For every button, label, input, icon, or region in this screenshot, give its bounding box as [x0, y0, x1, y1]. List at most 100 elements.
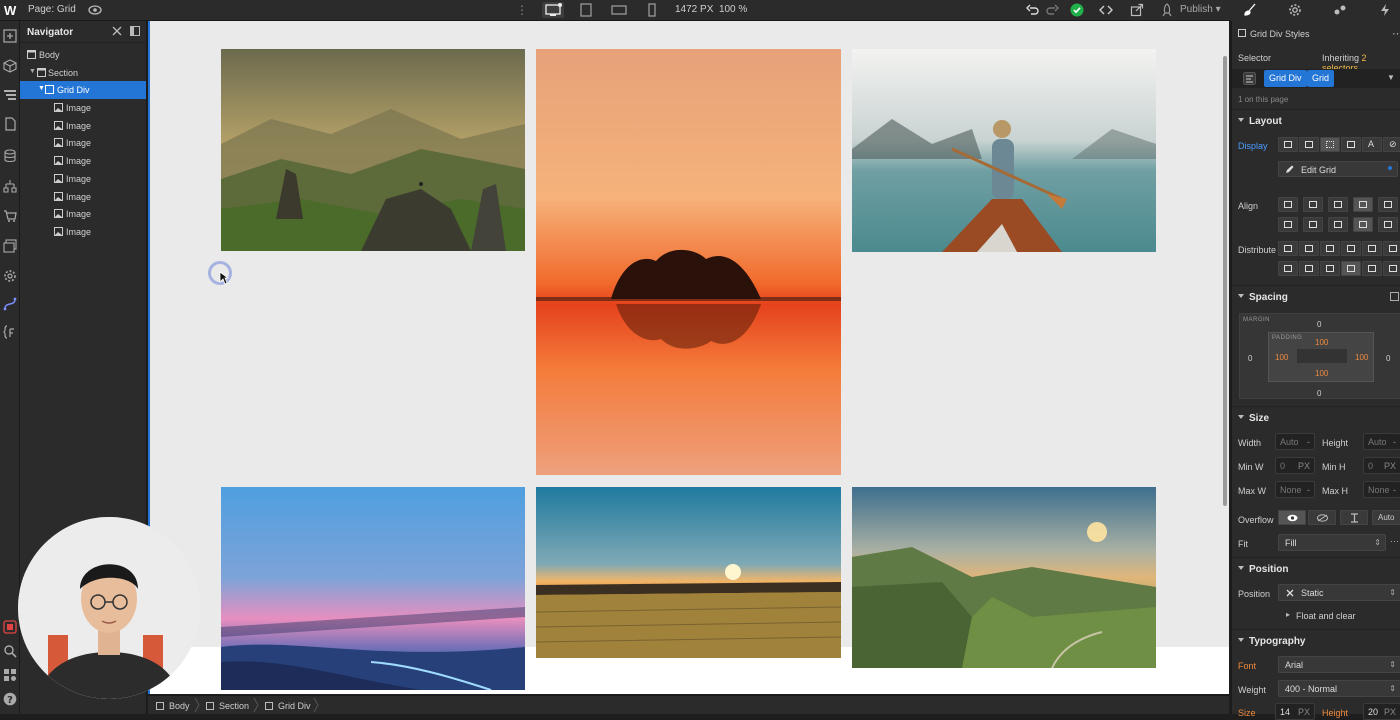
- record-icon[interactable]: [3, 620, 17, 634]
- help-icon[interactable]: ?: [3, 692, 17, 706]
- page-selector[interactable]: Page: Grid: [28, 4, 76, 15]
- grid-image[interactable]: [221, 49, 525, 251]
- max-height-input[interactable]: None -: [1363, 481, 1400, 498]
- nav-item-image[interactable]: Image: [20, 117, 146, 135]
- distribute-around-button[interactable]: [1383, 241, 1400, 256]
- search-icon[interactable]: [3, 644, 17, 658]
- nav-item-grid-div[interactable]: ▼ Grid Div: [20, 81, 146, 100]
- padding-right-value[interactable]: 100: [1355, 353, 1368, 362]
- desktop-breakpoint-icon[interactable]: [542, 2, 564, 18]
- selector-type-icon[interactable]: [1243, 72, 1256, 85]
- distribute-row-around-button[interactable]: [1383, 261, 1400, 276]
- distribute-row-between-button[interactable]: [1362, 261, 1382, 276]
- justify-left-button[interactable]: [1278, 217, 1298, 232]
- nav-item-body[interactable]: Body: [20, 46, 146, 64]
- breadcrumb-body[interactable]: Body: [156, 701, 190, 711]
- min-width-input[interactable]: 0 PX: [1275, 457, 1315, 474]
- nav-item-image[interactable]: Image: [20, 205, 146, 223]
- align-baseline-button[interactable]: [1378, 197, 1398, 212]
- float-and-clear-toggle[interactable]: ▸ Float and clear: [1232, 607, 1400, 624]
- justify-right-button[interactable]: [1328, 217, 1348, 232]
- interactions-curve-icon[interactable]: [3, 297, 17, 311]
- site-settings-gear-icon[interactable]: [3, 269, 17, 283]
- logic-flow-icon[interactable]: [3, 179, 17, 193]
- line-height-input[interactable]: 20 PX: [1363, 703, 1400, 720]
- class-chip-grid[interactable]: Grid: [1307, 70, 1335, 87]
- assets-images-icon[interactable]: [3, 239, 17, 253]
- more-options-icon[interactable]: ⋮: [516, 3, 528, 17]
- grid-image[interactable]: [536, 487, 841, 658]
- display-flex-button[interactable]: [1299, 137, 1319, 152]
- chevron-down-icon[interactable]: ▼: [1387, 73, 1395, 82]
- nav-item-image[interactable]: Image: [20, 134, 146, 152]
- more-options-icon[interactable]: ⋯: [1392, 27, 1400, 40]
- ecommerce-cart-icon[interactable]: [3, 209, 17, 223]
- position-section-header[interactable]: Position: [1232, 557, 1400, 579]
- preview-eye-icon[interactable]: [88, 3, 102, 17]
- margin-right-value[interactable]: 0: [1386, 354, 1390, 363]
- layout-section-header[interactable]: Layout: [1232, 109, 1400, 131]
- margin-top-value[interactable]: 0: [1317, 320, 1321, 329]
- code-icon[interactable]: [1099, 3, 1113, 17]
- padding-bottom-value[interactable]: 100: [1315, 369, 1328, 378]
- close-icon[interactable]: [112, 26, 122, 36]
- more-options-icon[interactable]: ⋯: [1390, 536, 1399, 547]
- publish-rocket-icon[interactable]: [1160, 3, 1174, 17]
- navigator-layers-icon[interactable]: [3, 88, 17, 102]
- display-inline-block-button[interactable]: [1341, 137, 1361, 152]
- font-size-input[interactable]: 14 PX: [1275, 703, 1315, 720]
- spacing-section-header[interactable]: Spacing: [1232, 285, 1400, 307]
- nav-item-section[interactable]: ▼ Section: [20, 64, 146, 82]
- design-canvas[interactable]: [148, 21, 1229, 694]
- redo-icon[interactable]: [1045, 3, 1059, 17]
- class-chip-grid-div[interactable]: Grid Div: [1264, 70, 1307, 87]
- pages-icon[interactable]: [3, 117, 17, 131]
- display-none-button[interactable]: ⊘: [1383, 137, 1400, 152]
- typography-section-header[interactable]: Typography: [1232, 629, 1400, 651]
- display-block-button[interactable]: [1278, 137, 1298, 152]
- width-input[interactable]: Auto -: [1275, 433, 1315, 450]
- nav-item-image[interactable]: Image: [20, 223, 146, 241]
- breadcrumb-grid-div[interactable]: Grid Div: [265, 701, 311, 711]
- display-inline-button[interactable]: A: [1362, 137, 1382, 152]
- publish-button[interactable]: Publish ▾: [1180, 4, 1221, 15]
- grid-image[interactable]: [852, 49, 1156, 252]
- padding-top-value[interactable]: 100: [1315, 338, 1328, 347]
- align-top-button[interactable]: [1278, 197, 1298, 212]
- caret-down-icon[interactable]: ▼: [38, 85, 45, 92]
- overflow-auto-button[interactable]: Auto: [1372, 510, 1400, 525]
- edit-grid-button[interactable]: Edit Grid: [1278, 161, 1398, 177]
- lightning-icon[interactable]: [1378, 3, 1392, 17]
- grid-image[interactable]: [536, 49, 841, 475]
- height-input[interactable]: Auto -: [1363, 433, 1400, 450]
- margin-bottom-value[interactable]: 0: [1317, 389, 1321, 398]
- distribute-between-button[interactable]: [1362, 241, 1382, 256]
- distribute-start-button[interactable]: [1278, 241, 1298, 256]
- justify-stretch-button[interactable]: [1353, 217, 1373, 232]
- distribute-row-end-button[interactable]: [1320, 261, 1340, 276]
- overflow-hidden-button[interactable]: [1308, 510, 1336, 525]
- distribute-row-center-button[interactable]: [1299, 261, 1319, 276]
- align-bottom-button[interactable]: [1328, 197, 1348, 212]
- align-center-button[interactable]: [1303, 197, 1323, 212]
- cms-database-icon[interactable]: [3, 149, 17, 163]
- overflow-scroll-button[interactable]: [1340, 510, 1368, 525]
- justify-center-button[interactable]: [1303, 217, 1323, 232]
- mobile-portrait-breakpoint-icon[interactable]: [641, 2, 663, 18]
- style-brush-icon[interactable]: [1243, 3, 1257, 17]
- nav-item-image[interactable]: Image: [20, 188, 146, 206]
- variables-braces-icon[interactable]: [3, 325, 17, 339]
- spacing-mode-icon[interactable]: [1390, 292, 1399, 301]
- components-cube-icon[interactable]: [3, 59, 17, 73]
- min-height-input[interactable]: 0 PX: [1363, 457, 1400, 474]
- tablet-breakpoint-icon[interactable]: [575, 2, 597, 18]
- selector-field[interactable]: Grid Div Grid ▼: [1232, 69, 1400, 88]
- export-icon[interactable]: [1130, 3, 1144, 17]
- overflow-visible-button[interactable]: [1278, 510, 1306, 525]
- dock-panel-icon[interactable]: [130, 26, 140, 36]
- distribute-row-start-button[interactable]: [1278, 261, 1298, 276]
- nav-item-image[interactable]: Image: [20, 152, 146, 170]
- apps-icon[interactable]: [3, 668, 17, 682]
- grid-image[interactable]: [221, 487, 525, 690]
- distribute-end-button[interactable]: [1320, 241, 1340, 256]
